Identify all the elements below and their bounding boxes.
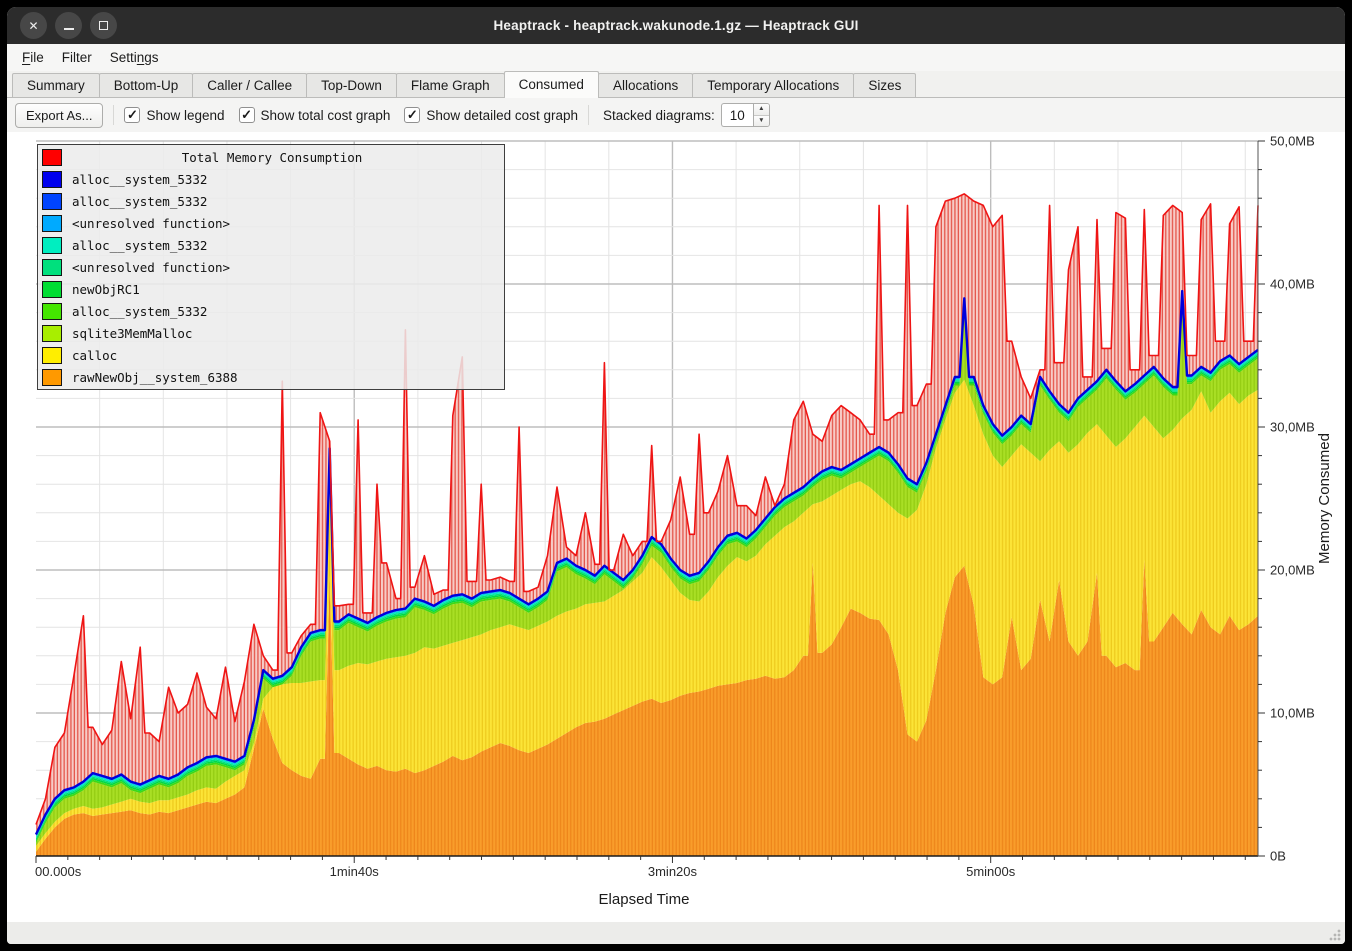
stacked-diagrams-spinner[interactable]: 10 ▲ ▼ [721,103,770,127]
tab-top-down[interactable]: Top-Down [306,73,397,97]
tab-caller-callee[interactable]: Caller / Callee [192,73,307,97]
legend-swatch-icon [42,325,62,342]
svg-text:Elapsed Time: Elapsed Time [599,891,690,908]
svg-text:3min20s: 3min20s [648,864,698,879]
checkbox-check-icon[interactable]: ✓ [124,107,140,123]
legend-item: <unresolved function> [40,212,502,234]
titlebar[interactable]: ✕ Heaptrack - heaptrack.wakunode.1.gz — … [7,7,1345,44]
checkbox-label: Show total cost graph [261,108,391,123]
svg-text:1min40s: 1min40s [330,864,380,879]
heaptrack-window: ✕ Heaptrack - heaptrack.wakunode.1.gz — … [7,7,1345,944]
legend-swatch-icon [42,303,62,320]
svg-text:10,0MB: 10,0MB [1270,706,1315,721]
toolbar-separator [113,105,114,125]
legend-swatch-icon [42,171,62,188]
checkbox-check-icon[interactable]: ✓ [239,107,255,123]
legend-item-label: alloc__system_5332 [72,172,207,187]
close-icon[interactable]: ✕ [20,12,47,39]
svg-text:5min00s: 5min00s [966,864,1016,879]
legend-item-label: <unresolved function> [72,216,230,231]
legend-item-label: rawNewObj__system_6388 [72,370,238,385]
legend-swatch-icon [42,193,62,210]
spinner-up-icon[interactable]: ▲ [754,104,769,116]
legend-item-label: sqlite3MemMalloc [72,326,192,341]
tab-sizes[interactable]: Sizes [853,73,916,97]
legend-swatch-icon [42,369,62,386]
checkbox-group: ✓ Show legend ✓ Show total cost graph ✓ Show … [124,107,578,123]
legend-item: alloc__system_5332 [40,300,502,322]
resize-grip[interactable] [1329,929,1341,941]
stacked-diagrams-label: Stacked diagrams: [603,108,715,123]
svg-text:Memory Consumed: Memory Consumed [1316,433,1333,564]
tab-allocations[interactable]: Allocations [598,73,693,97]
svg-text:00.000s: 00.000s [35,864,82,879]
checkbox-show-legend[interactable]: ✓ Show legend [124,107,224,123]
menu-item-settings[interactable]: Settings [101,47,168,68]
checkbox-label: Show legend [146,108,224,123]
window-bottom-strip [7,922,1345,944]
legend-item-label: alloc__system_5332 [72,238,207,253]
tab-consumed[interactable]: Consumed [504,71,599,98]
legend-item: calloc [40,344,502,366]
legend-item: alloc__system_5332 [40,190,502,212]
chart-legend: Total Memory Consumption alloc__system_53… [37,144,505,390]
legend-item: <unresolved function> [40,256,502,278]
legend-item-label: newObjRC1 [72,282,140,297]
legend-item: rawNewObj__system_6388 [40,366,502,388]
checkbox-label: Show detailed cost graph [426,108,578,123]
legend-item-label: alloc__system_5332 [72,194,207,209]
legend-swatch-icon [42,347,62,364]
menu-item-file[interactable]: File [13,47,53,68]
spinner-down-icon[interactable]: ▼ [754,116,769,127]
legend-item: alloc__system_5332 [40,234,502,256]
legend-swatch-icon [42,237,62,254]
toolbar: Export As... ✓ Show legend ✓ Show total cos… [7,98,1345,132]
svg-text:40,0MB: 40,0MB [1270,277,1315,292]
export-as-button[interactable]: Export As... [15,103,103,128]
svg-text:20,0MB: 20,0MB [1270,563,1315,578]
legend-swatch-icon [42,259,62,276]
tab-flame-graph[interactable]: Flame Graph [396,73,505,97]
legend-title: Total Memory Consumption [72,150,502,165]
tab-summary[interactable]: Summary [12,73,100,97]
menubar: FileFilterSettings [7,44,1345,71]
svg-text:30,0MB: 30,0MB [1270,420,1315,435]
tab-bottom-up[interactable]: Bottom-Up [99,73,194,97]
minimize-icon[interactable] [55,12,82,39]
checkbox-show-detailed-cost-graph[interactable]: ✓ Show detailed cost graph [404,107,578,123]
window-title: Heaptrack - heaptrack.wakunode.1.gz — He… [493,18,858,33]
desktop-background: ✕ Heaptrack - heaptrack.wakunode.1.gz — … [0,0,1352,951]
tab-temporary-allocations[interactable]: Temporary Allocations [692,73,854,97]
checkbox-show-total-cost-graph[interactable]: ✓ Show total cost graph [239,107,391,123]
checkbox-check-icon[interactable]: ✓ [404,107,420,123]
tab-bar: SummaryBottom-UpCaller / CalleeTop-DownF… [7,71,1345,98]
svg-text:0B: 0B [1270,849,1286,864]
legend-item-label: <unresolved function> [72,260,230,275]
window-controls: ✕ [20,12,117,39]
menu-item-filter[interactable]: Filter [53,47,101,68]
legend-swatch-icon [42,215,62,232]
legend-item-label: calloc [72,348,117,363]
legend-swatch-icon [42,149,62,166]
legend-title-row: Total Memory Consumption [40,146,502,168]
legend-item: alloc__system_5332 [40,168,502,190]
legend-swatch-icon [42,281,62,298]
svg-text:50,0MB: 50,0MB [1270,134,1315,149]
stacked-diagrams-value[interactable]: 10 [721,103,753,127]
maximize-icon[interactable] [90,12,117,39]
legend-item-label: alloc__system_5332 [72,304,207,319]
legend-item: newObjRC1 [40,278,502,300]
consumed-chart[interactable]: 00.000s 1min40s 3min20s 5min00s 0B 10,0MB 20,0… [7,132,1345,922]
toolbar-separator [588,105,589,125]
legend-item: sqlite3MemMalloc [40,322,502,344]
